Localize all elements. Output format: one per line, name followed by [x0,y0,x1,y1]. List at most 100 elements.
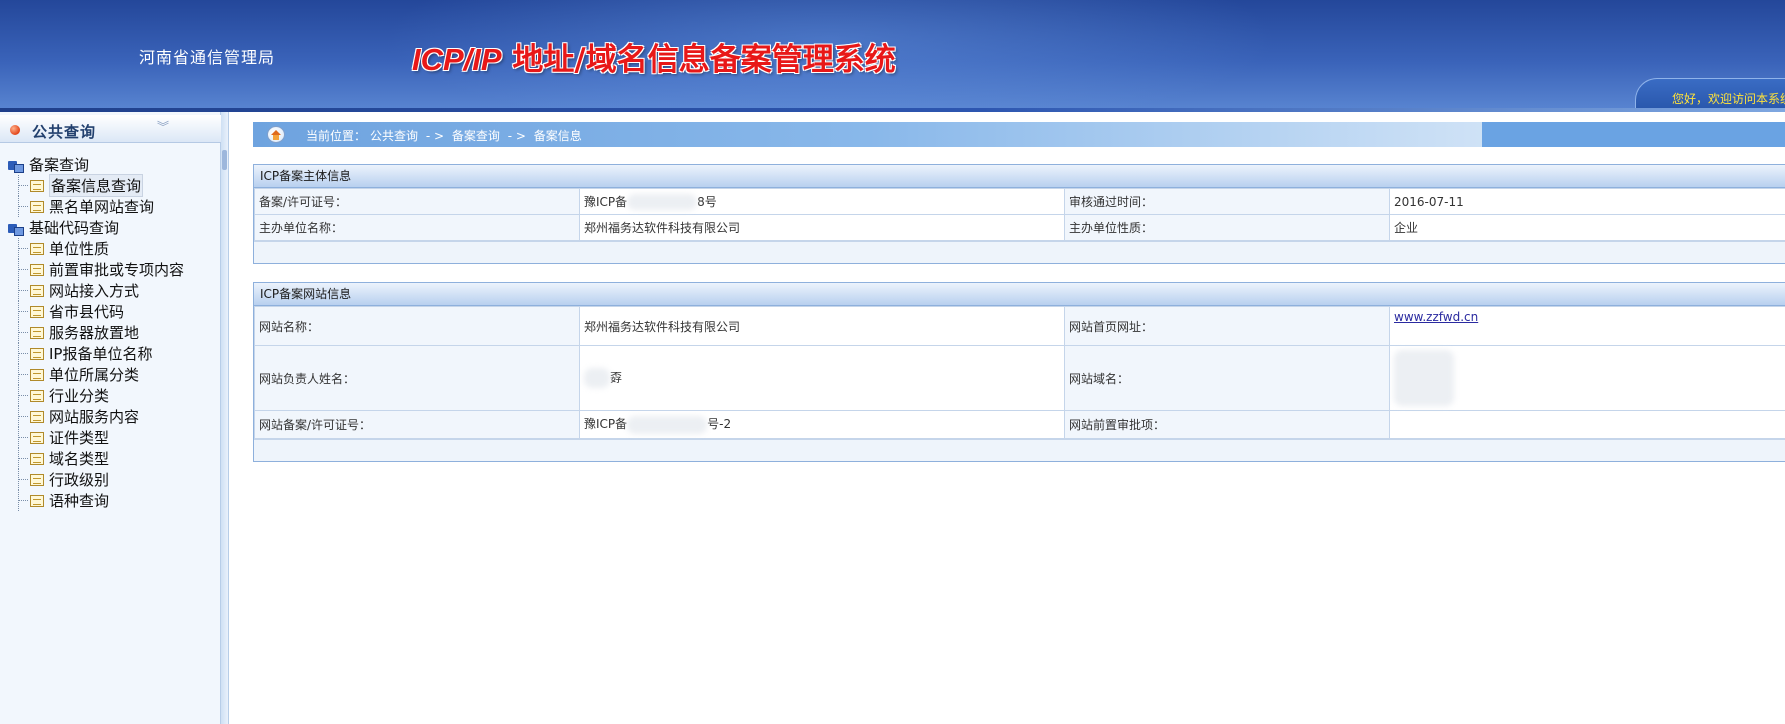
sidebar-header[interactable]: 公共查询 ︾ [0,115,221,143]
site-info-table: 网站名称： 郑州福务达软件科技有限公司 网站首页网址： www.zzfwd.cn… [254,306,1785,439]
document-icon [30,410,44,423]
nav-tree: 备案查询 备案信息查询 黑名单网站查询 基础代码查询 单位性质 前置审批或专项内… [0,154,221,511]
tree-item-label: 域名类型 [49,450,110,468]
tree-group-base-code-query[interactable]: 基础代码查询 [0,217,221,238]
home-icon[interactable] [267,126,285,143]
tree-item-industry[interactable]: 行业分类 [0,385,221,406]
site-name-label: 网站名称： [254,306,580,346]
tree-branch-line [18,259,30,280]
document-icon [30,305,44,318]
homepage-cell: www.zzfwd.cn [1389,306,1785,346]
homepage-link[interactable]: www.zzfwd.cn [1394,310,1478,324]
homepage-label: 网站首页网址： [1064,306,1390,346]
preapproval-value [1389,410,1785,439]
breadcrumb-item: 备案信息 [533,129,582,143]
org-name-value: 郑州福务达软件科技有限公司 [579,214,1065,241]
org-type-label: 主办单位性质： [1064,214,1390,241]
tree-item-label: 备案信息查询 [49,174,144,197]
tree-item-language[interactable]: 语种查询 [0,490,221,511]
document-icon [30,347,44,360]
org-name-label: 主办单位名称： [254,214,580,241]
tree-item-ip-filing-unit[interactable]: IP报备单位名称 [0,343,221,364]
domain-value [1389,345,1785,411]
tree-item-region-code[interactable]: 省市县代码 [0,301,221,322]
breadcrumb-right-block [1482,122,1785,147]
document-icon [30,284,44,297]
panel-title: ICP备案网站信息 [254,283,1785,306]
license-suffix: 8号 [697,194,717,209]
tree-item-label: 服务器放置地 [49,324,140,342]
redacted-mark [627,194,698,211]
tree-branch-line [18,322,30,343]
tree-item-label: 证件类型 [49,429,110,447]
domain-label: 网站域名： [1064,345,1390,411]
table-row: 备案/许可证号： 豫ICP备 8号 审核通过时间： 2016-07-11 [254,188,1785,215]
tree-item-label: 省市县代码 [49,303,125,321]
system-title: ICP/IP 地址/域名信息备案管理系统 [412,34,896,79]
tree-item-label: 语种查询 [49,492,110,510]
site-info-panel: ICP备案网站信息 网站名称： 郑州福务达软件科技有限公司 网站首页网址： ww… [253,282,1785,462]
tree-item-org-nature[interactable]: 单位性质 [0,238,221,259]
tree-item-id-type[interactable]: 证件类型 [0,427,221,448]
tree-item-domain-type[interactable]: 域名类型 [0,448,221,469]
document-icon [30,368,44,381]
tree-group-label: 基础代码查询 [29,219,120,237]
table-row: 主办单位名称： 郑州福务达软件科技有限公司 主办单位性质： 企业 [254,214,1785,241]
tree-item-label: 黑名单网站查询 [49,198,155,216]
tree-branch-line [18,238,30,259]
tree-item-label: 网站服务内容 [49,408,140,426]
redacted-mark [627,415,708,434]
document-icon [30,326,44,339]
tree-group-filing-query[interactable]: 备案查询 [0,154,221,175]
tree-item-label: 网站接入方式 [49,282,140,300]
tree-item-unit-category[interactable]: 单位所属分类 [0,364,221,385]
entity-info-table: 备案/许可证号： 豫ICP备 8号 审核通过时间： 2016-07-11 主办单位… [254,188,1785,241]
chevron-down-icon[interactable]: ︾ [157,120,171,134]
main-content: 当前位置： 公共查询 - > 备案查询 - > 备案信息 ICP备案主体信息 备案… [229,112,1785,724]
panel-footer [254,241,1785,263]
tree-item-label: IP报备单位名称 [49,345,153,363]
sidebar-splitter[interactable] [221,112,229,724]
app-header: 河南省通信管理局 ICP/IP 地址/域名信息备案管理系统 您好，欢迎访问本系统 [0,0,1785,112]
tree-item-service-content[interactable]: 网站服务内容 [0,406,221,427]
welcome-message: 您好，欢迎访问本系统 [1672,92,1785,106]
tree-item-pre-approval[interactable]: 前置审批或专项内容 [0,259,221,280]
tree-item-access-method[interactable]: 网站接入方式 [0,280,221,301]
sidebar: 公共查询 ︾ 备案查询 备案信息查询 黑名单网站查询 基础代码查询 单位性质 前… [0,112,221,724]
document-icon [30,263,44,276]
tree-item-blacklist-query[interactable]: 黑名单网站查询 [0,196,221,217]
tree-group-label: 备案查询 [29,156,90,174]
site-license-value: 豫ICP备 号-2 [579,410,1065,439]
owner-name-label: 网站负责人姓名： [254,345,580,411]
owner-name-value: 孬 [579,345,1065,411]
status-dot-icon [10,125,20,135]
tree-branch-line [18,406,30,427]
breadcrumb-item[interactable]: 备案查询 [452,129,500,143]
table-row: 网站负责人姓名： 孬 网站域名： [254,345,1785,411]
system-title-latin: ICP/IP [412,42,502,77]
redacted-mark [1394,350,1454,406]
site-license-prefix: 豫ICP备 [584,417,628,432]
tree-branch-line [18,175,30,196]
breadcrumb-item[interactable]: 公共查询 [370,129,418,143]
approved-time-value: 2016-07-11 [1389,188,1785,215]
table-row: 网站备案/许可证号： 豫ICP备 号-2 网站前置审批项： [254,410,1785,439]
tree-item-admin-level[interactable]: 行政级别 [0,469,221,490]
splitter-handle[interactable] [222,150,227,170]
tree-branch-line [18,385,30,406]
document-icon [30,431,44,444]
sidebar-title: 公共查询 [32,123,97,141]
breadcrumb: 当前位置： 公共查询 - > 备案查询 - > 备案信息 [306,127,586,144]
tree-branch-line [18,196,30,217]
license-value: 豫ICP备 8号 [579,188,1065,215]
tree-branch-line [18,301,30,322]
tree-branch-line [18,343,30,364]
document-icon [30,242,44,255]
org-type-value: 企业 [1389,214,1785,241]
license-label: 备案/许可证号： [254,188,580,215]
preapproval-label: 网站前置审批项： [1064,410,1390,439]
tree-item-server-location[interactable]: 服务器放置地 [0,322,221,343]
panel-footer [254,439,1785,461]
tree-item-filing-info-query[interactable]: 备案信息查询 [0,174,221,197]
tree-item-label: 行政级别 [49,471,110,489]
